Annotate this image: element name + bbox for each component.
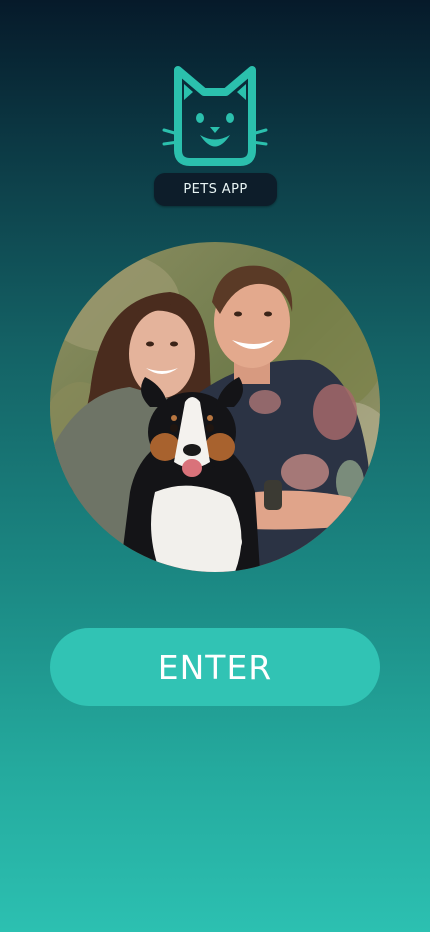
cat-face-icon (160, 62, 270, 172)
app-name-badge: PETS APP (154, 173, 277, 206)
welcome-screen: PETS APP ENTER (0, 0, 430, 932)
enter-button[interactable]: ENTER (50, 628, 380, 706)
couple-with-dog-photo (50, 242, 380, 572)
